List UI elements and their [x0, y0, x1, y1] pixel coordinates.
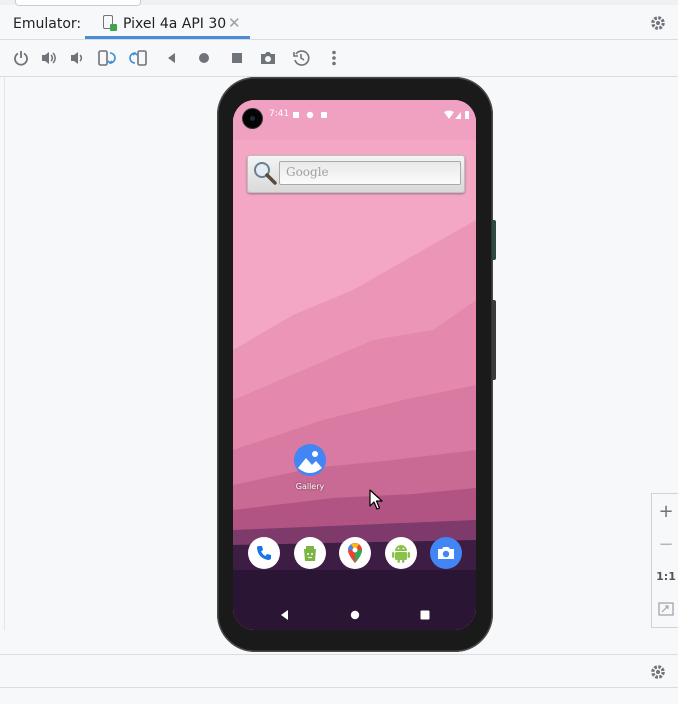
fit-screen-icon [658, 602, 674, 616]
rotate-right-button[interactable] [128, 48, 150, 68]
phone-app[interactable] [248, 537, 280, 569]
tab-pixel-4a[interactable]: Pixel 4a API 30 ✕ [85, 6, 250, 39]
google-search-widget[interactable]: Google [247, 155, 465, 193]
rotate-left-icon [98, 50, 116, 66]
snapshot-icon [293, 50, 310, 66]
screenshot-icon [261, 52, 275, 64]
camera-icon [438, 547, 454, 559]
camera-app[interactable] [430, 537, 462, 569]
tab-label: Pixel 4a API 30 [123, 16, 227, 32]
signal-battery-icons [444, 110, 469, 119]
screenshot-button[interactable] [257, 48, 279, 68]
mouse-cursor-icon [369, 489, 383, 510]
navigation-bar [233, 600, 476, 630]
device-screen[interactable]: 7:41 Google Gallery [233, 100, 476, 630]
volume-down-button[interactable] [66, 48, 88, 68]
zoom-out-button[interactable]: − [652, 529, 678, 559]
close-icon[interactable]: ✕ [228, 14, 241, 32]
gear-icon[interactable] [649, 663, 667, 681]
front-camera [243, 109, 262, 128]
snapshot-button[interactable] [290, 48, 312, 68]
overview-icon [232, 53, 242, 63]
gallery-label: Gallery [295, 482, 325, 491]
gallery-app[interactable]: Gallery [292, 444, 328, 491]
phone-icon [257, 546, 271, 560]
home-button[interactable] [193, 48, 215, 68]
files-app[interactable] [294, 537, 326, 569]
device-side-button[interactable] [492, 300, 496, 380]
panel-title: Emulator: [13, 16, 82, 32]
more-icon [332, 50, 336, 66]
bottom-panel [0, 654, 678, 704]
zoom-actual-size-button[interactable]: 1:1 [652, 561, 678, 591]
search-placeholder: Google [286, 165, 329, 179]
maps-app[interactable] [339, 537, 371, 569]
zoom-controls: + − 1:1 [651, 493, 678, 628]
rotate-right-icon [129, 50, 147, 66]
more-button[interactable] [323, 48, 345, 68]
status-time: 7:41 [269, 109, 290, 119]
nav-back-icon[interactable] [280, 610, 290, 620]
emulator-title-bar: Emulator: Pixel 4a API 30 ✕ [0, 6, 678, 40]
nav-recents-icon[interactable] [420, 610, 430, 620]
emulator-toolbar [0, 40, 678, 77]
top-tool-window-strip [0, 0, 678, 6]
overview-button[interactable] [226, 48, 248, 68]
magnifier-icon [254, 162, 277, 185]
power-icon [14, 51, 28, 66]
files-icon [304, 546, 316, 561]
bottom-separator [0, 687, 678, 688]
home-icon [199, 53, 209, 63]
volume-down-icon [71, 52, 83, 64]
notification-icons [293, 111, 327, 119]
gear-icon[interactable] [649, 14, 667, 32]
search-box[interactable]: Google [279, 161, 461, 185]
android-app[interactable] [385, 537, 417, 569]
panel-left-border [4, 77, 5, 630]
device-icon [103, 15, 117, 31]
rotate-left-button[interactable] [95, 48, 117, 68]
volume-up-button[interactable] [38, 48, 60, 68]
power-button[interactable] [10, 48, 32, 68]
volume-up-icon [42, 52, 56, 64]
gallery-icon [294, 444, 326, 476]
nav-home-icon[interactable] [350, 610, 360, 620]
maps-icon [348, 543, 362, 563]
zoom-in-button[interactable]: + [652, 496, 678, 526]
status-bar: 7:41 [233, 100, 476, 130]
zoom-fit-button[interactable] [652, 594, 678, 624]
tab-active-indicator [85, 36, 250, 39]
android-icon [392, 545, 410, 563]
back-button[interactable] [161, 48, 183, 68]
back-icon [168, 53, 175, 63]
device-side-button-top[interactable] [492, 220, 496, 260]
